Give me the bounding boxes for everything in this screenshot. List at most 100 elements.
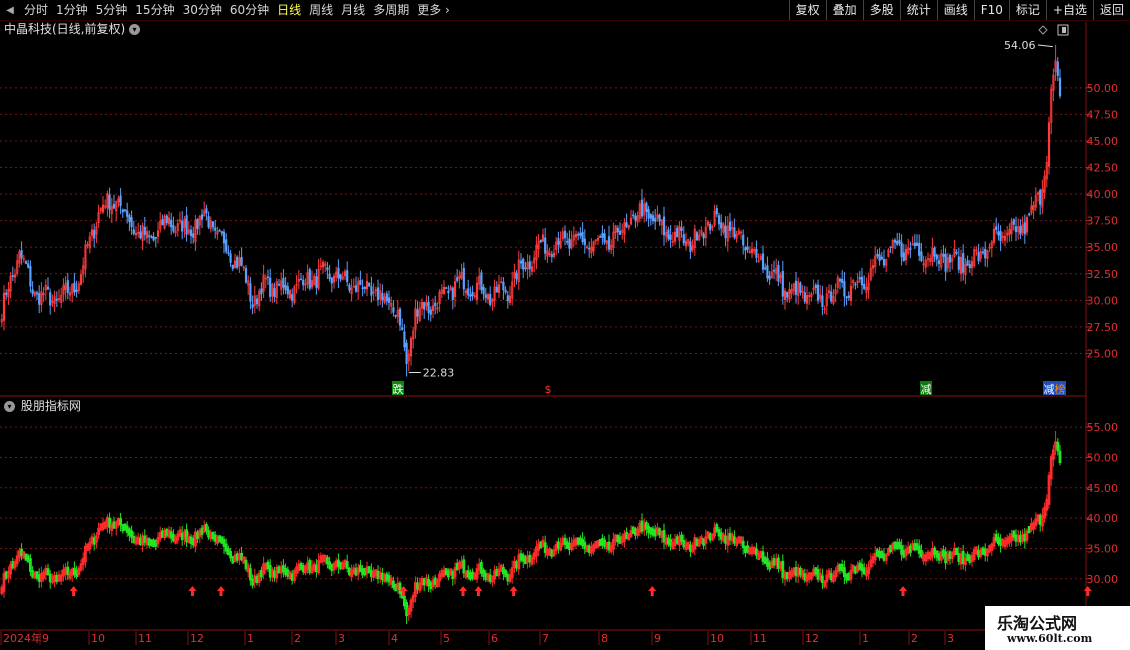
candle-body — [838, 278, 842, 282]
mark-button[interactable]: 标记 — [1008, 0, 1046, 20]
candle-body — [618, 230, 622, 235]
candle-body — [581, 231, 584, 242]
candle-body — [634, 215, 637, 221]
up-arrow-icon — [459, 586, 467, 596]
candle-body — [337, 267, 340, 279]
tab-15min[interactable]: 15分钟 — [131, 0, 178, 20]
candle-body — [522, 258, 525, 270]
draw-line-button[interactable]: 画线 — [936, 0, 974, 20]
candle-body — [363, 286, 366, 289]
candle-body — [273, 288, 276, 297]
candle-body — [645, 202, 648, 213]
statistics-button[interactable]: 统计 — [899, 0, 937, 20]
candle-body — [599, 236, 602, 238]
candle-body — [128, 215, 131, 222]
event-marker: 减 — [1044, 383, 1055, 396]
candle-body — [20, 250, 23, 259]
date-axis: 2024年 9 10 11 12 1 2 3 4 5 6 7 8 9 10 11 12 1 2 3 — [0, 631, 954, 645]
candle-body — [880, 256, 883, 260]
tab-daily[interactable]: 日线 — [273, 0, 305, 20]
add-watchlist-button[interactable]: +自选 — [1045, 0, 1093, 20]
candle-body — [35, 292, 39, 295]
y-tick-label: 50.00 — [1087, 82, 1119, 95]
candle-body — [139, 231, 142, 239]
candle-body — [46, 286, 50, 290]
candle-body — [821, 295, 824, 307]
candle-body — [889, 246, 892, 248]
candle-body — [260, 288, 263, 295]
candle-body — [416, 309, 419, 317]
y-tick-label: 40.00 — [1087, 512, 1119, 525]
candle-body — [326, 267, 329, 271]
event-marker: 减 — [921, 383, 932, 396]
tab-multi-period[interactable]: 多周期 — [369, 0, 413, 20]
overlay-button[interactable]: 叠加 — [825, 0, 863, 20]
candle-body — [154, 236, 157, 239]
candle-body — [385, 293, 388, 302]
candle-body — [845, 296, 848, 299]
y-tick-label: 42.50 — [1087, 162, 1119, 175]
candle-body — [764, 267, 767, 270]
candle-body — [858, 277, 861, 280]
candle-body — [968, 264, 971, 269]
x-tick-label: 2024年 — [3, 631, 42, 645]
tab-30min[interactable]: 30分钟 — [179, 0, 226, 20]
tab-5min[interactable]: 5分钟 — [92, 0, 132, 20]
x-tick-label: 11 — [753, 632, 767, 645]
candle-body — [876, 253, 879, 257]
tab-monthly[interactable]: 月线 — [337, 0, 369, 20]
candle-body — [423, 302, 426, 310]
candle-body — [649, 214, 652, 219]
up-arrow-icon — [509, 586, 518, 596]
y-tick-label: 35.00 — [1087, 241, 1119, 254]
tab-more[interactable]: 更多 › — [413, 0, 454, 20]
tab-60min[interactable]: 60分钟 — [226, 0, 273, 20]
candle-body — [55, 298, 58, 301]
candle-body — [469, 294, 472, 297]
candle-body — [506, 295, 509, 302]
candle-body — [200, 214, 204, 220]
event-marker: 榜 — [1055, 382, 1066, 396]
candle-body — [658, 214, 661, 222]
candle-body — [955, 251, 958, 254]
candle-body — [948, 254, 952, 263]
candle-body — [429, 309, 432, 315]
candle-body — [563, 230, 567, 239]
chart-corner-icons[interactable] — [1038, 24, 1069, 36]
candle-body — [5, 292, 8, 295]
candle-body — [231, 264, 234, 269]
candle-body — [196, 219, 199, 230]
adjust-button[interactable]: 复权 — [788, 0, 826, 20]
sub-panel-title: ▾ 股朋指标网 — [4, 398, 81, 414]
candle-body — [405, 342, 408, 365]
f10-button[interactable]: F10 — [973, 0, 1009, 20]
y-tick-label: 32.50 — [1087, 268, 1119, 281]
tab-fenshi[interactable]: 分时 — [20, 0, 52, 20]
multi-stock-button[interactable]: 多股 — [862, 0, 900, 20]
back-button[interactable]: 返回 — [1092, 0, 1130, 20]
candle-body — [841, 278, 844, 283]
x-tick-label: 12 — [805, 632, 819, 645]
candle-body — [744, 247, 747, 251]
candle-body — [236, 256, 239, 268]
chevron-down-icon[interactable]: ▾ — [129, 24, 141, 35]
x-tick-label: 8 — [601, 632, 608, 645]
candle-body — [126, 210, 129, 217]
candle-body — [933, 247, 936, 257]
y-tick-label: 40.00 — [1087, 188, 1119, 201]
candle-body — [799, 282, 802, 293]
candle-body — [676, 227, 679, 238]
tab-weekly[interactable]: 周线 — [305, 0, 337, 20]
candle-body — [376, 287, 380, 301]
tab-1min[interactable]: 1分钟 — [52, 0, 92, 20]
candle-body — [640, 199, 644, 217]
prev-arrow-icon[interactable]: ◀ — [0, 0, 20, 20]
candle-body — [568, 238, 571, 249]
chevron-down-icon[interactable]: ▾ — [4, 401, 15, 412]
candle-body — [225, 239, 228, 252]
candle-body — [451, 287, 454, 300]
main-price-axis: 50.00 47.50 45.00 42.50 40.00 37.50 35.00 32.50… — [1086, 82, 1119, 360]
stock-chart[interactable]: 50.00 47.50 45.00 42.50 40.00 37.50 35.00 32.50… — [0, 0, 1130, 650]
high-price-label: 54.06 — [1004, 39, 1036, 52]
candle-body — [75, 289, 78, 293]
